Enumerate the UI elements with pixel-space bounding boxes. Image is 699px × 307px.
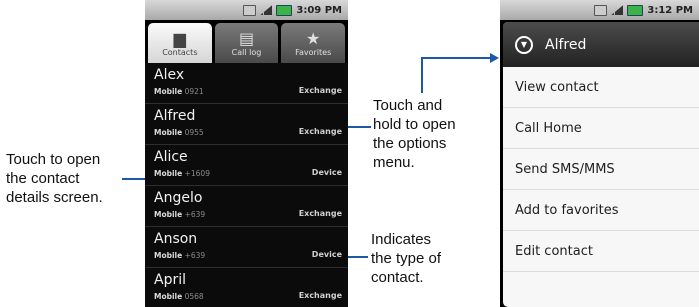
star-icon: ★ bbox=[306, 28, 321, 48]
contact-type: Exchange bbox=[298, 127, 342, 136]
contact-name: April bbox=[154, 272, 186, 288]
sync-icon bbox=[594, 4, 608, 16]
contact-type: Exchange bbox=[298, 291, 342, 300]
contact-phone: Mobile +639 bbox=[154, 210, 206, 219]
callout-contact-details: Touch to open the contact details screen… bbox=[6, 151, 103, 206]
leader-line-to-menu-vertical bbox=[421, 57, 423, 93]
menu-item-add-to-favorites[interactable]: Add to favorites bbox=[503, 190, 699, 231]
dropdown-circle-icon: ▼ bbox=[515, 35, 533, 54]
tab-label: Contacts bbox=[162, 47, 198, 57]
contact-row-alex[interactable]: Alex Mobile 0921 Exchange bbox=[145, 63, 348, 104]
status-time: 3:09 PM bbox=[296, 4, 342, 16]
contact-name: Alfred bbox=[154, 108, 196, 124]
battery-icon bbox=[627, 4, 644, 16]
tab-bar: ▆ Contacts ▤ Call log ★ Favorites bbox=[145, 20, 348, 63]
contacts-icon: ▆ bbox=[173, 28, 186, 48]
contact-type: Device bbox=[311, 168, 342, 177]
contact-name: Angelo bbox=[154, 190, 203, 206]
status-bar: 3:09 PM bbox=[145, 0, 348, 20]
menu-item-call-home[interactable]: Call Home bbox=[503, 108, 699, 149]
battery-icon bbox=[276, 4, 293, 16]
signal-icon bbox=[611, 5, 624, 15]
contact-phone: Mobile 0955 bbox=[154, 128, 204, 137]
tab-favorites[interactable]: ★ Favorites bbox=[281, 23, 346, 63]
leader-line-to-menu-horizontal bbox=[421, 57, 491, 59]
contact-phone: Mobile 0568 bbox=[154, 292, 204, 301]
signal-icon bbox=[260, 5, 273, 15]
contact-type: Exchange bbox=[298, 86, 342, 95]
contact-row-alice[interactable]: Alice Mobile +1609 Device bbox=[145, 145, 348, 186]
contact-row-angelo[interactable]: Angelo Mobile +639 Exchange bbox=[145, 186, 348, 227]
menu-item-send-sms-mms[interactable]: Send SMS/MMS bbox=[503, 149, 699, 190]
contact-phone: Mobile 0921 bbox=[154, 87, 204, 96]
contact-type: Device bbox=[311, 250, 342, 259]
contacts-screen: 3:09 PM ▆ Contacts ▤ Call log ★ Favorite… bbox=[145, 0, 348, 307]
callout-options-menu: Touch and hold to open the options menu. bbox=[373, 97, 456, 171]
sync-icon bbox=[243, 4, 257, 16]
contact-list: Alex Mobile 0921 Exchange Alfred Mobile … bbox=[145, 63, 348, 307]
contact-phone: Mobile +639 bbox=[154, 251, 206, 260]
contact-name: Anson bbox=[154, 231, 198, 247]
options-menu-screen: 3:12 PM ▼ Alfred View contact Call Home … bbox=[500, 0, 699, 307]
menu-item-view-contact[interactable]: View contact bbox=[503, 67, 699, 108]
contact-row-anson[interactable]: Anson Mobile +639 Device bbox=[145, 227, 348, 268]
status-bar: 3:12 PM bbox=[500, 0, 699, 20]
menu-title: Alfred bbox=[545, 36, 587, 53]
menu-item-edit-contact[interactable]: Edit contact bbox=[503, 231, 699, 272]
contact-row-april[interactable]: April Mobile 0568 Exchange bbox=[145, 268, 348, 307]
tab-label: Call log bbox=[231, 47, 262, 57]
status-time: 3:12 PM bbox=[647, 4, 693, 16]
tab-call-log[interactable]: ▤ Call log bbox=[214, 23, 279, 63]
arrowhead-to-menu bbox=[490, 53, 499, 63]
contact-row-alfred[interactable]: Alfred Mobile 0955 Exchange bbox=[145, 104, 348, 145]
call-log-icon: ▤ bbox=[238, 28, 255, 48]
contact-phone: Mobile +1609 bbox=[154, 169, 210, 178]
tab-contacts[interactable]: ▆ Contacts bbox=[148, 23, 212, 63]
contact-name: Alice bbox=[154, 149, 188, 165]
contact-name: Alex bbox=[154, 67, 185, 83]
contact-type: Exchange bbox=[298, 209, 342, 218]
options-menu: ▼ Alfred View contact Call Home Send SMS… bbox=[503, 22, 699, 307]
callout-contact-type: Indicates the type of contact. bbox=[371, 231, 442, 286]
menu-header: ▼ Alfred bbox=[503, 22, 699, 67]
tab-label: Favorites bbox=[295, 47, 332, 57]
